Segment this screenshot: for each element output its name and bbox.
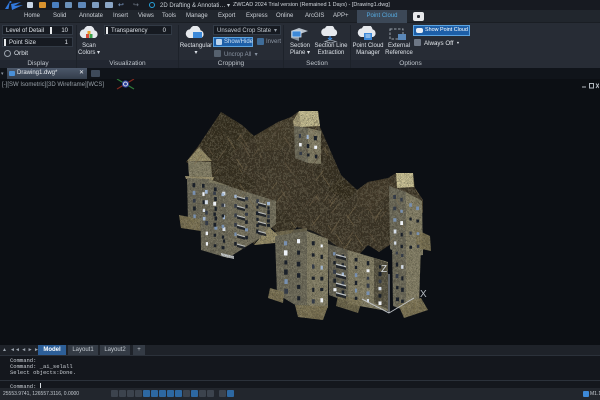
- svg-text:X: X: [420, 289, 427, 300]
- svg-text:Z: Z: [381, 264, 387, 275]
